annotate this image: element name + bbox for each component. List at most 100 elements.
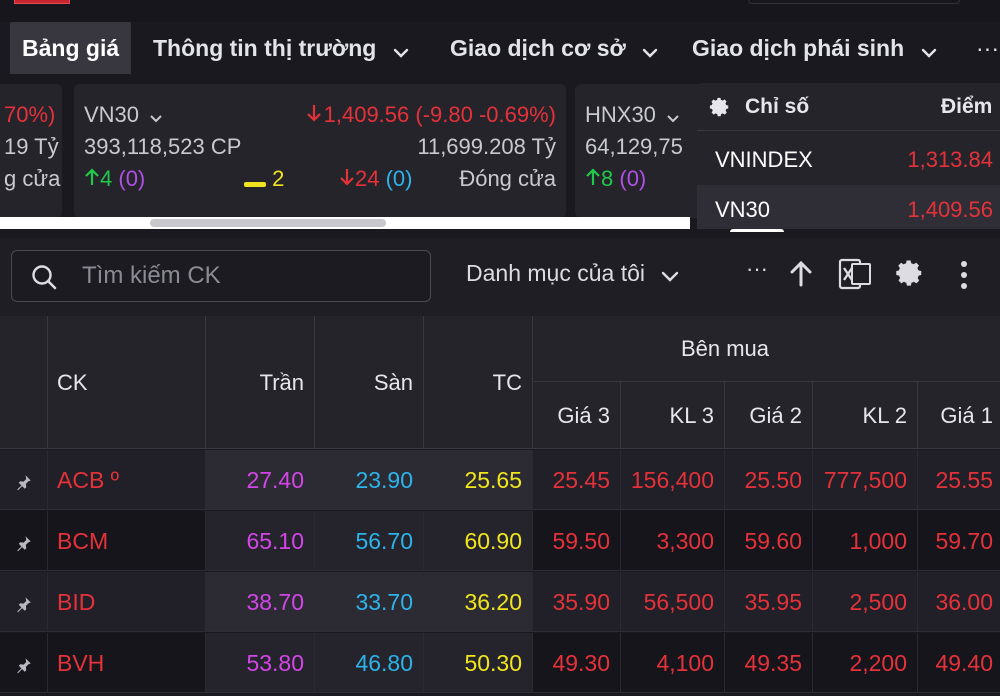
bid-price-3-cell: 49.30 — [533, 633, 621, 693]
column-header-label: Trần — [259, 370, 304, 395]
nav-item-label: Giao dịch cơ sở — [450, 35, 626, 61]
floor-price-cell: 23.90 — [315, 450, 424, 510]
more-options-button[interactable]: ··· — [746, 256, 768, 282]
index-value: 19 Tỷ — [4, 134, 59, 159]
bid-price-1-header[interactable]: Giá 1 — [918, 382, 1000, 449]
declines-count: 24 — [355, 166, 380, 191]
bid-volume-3-cell: 3,300 — [621, 511, 725, 571]
bid-volume-2-cell: 2,500 — [813, 572, 918, 632]
index-table-value-header: Điểm — [941, 95, 993, 118]
index-card-vn30[interactable]: VN30 1,409.56 (-9.80 -0.69%) 393,118,523… — [74, 84, 566, 218]
index-volume: 64,129,75 — [585, 134, 683, 159]
excel-export-icon[interactable] — [838, 258, 872, 295]
bid-volume-3-cell: 4,100 — [621, 633, 725, 693]
ceiling-price-cell: 53.80 — [206, 633, 315, 693]
brand-logo[interactable] — [14, 0, 70, 4]
floor-price-cell: 33.70 — [315, 572, 424, 632]
nav-item-market-info[interactable]: Thông tin thị trường — [153, 22, 409, 74]
symbol-cell[interactable]: BCM — [48, 511, 206, 571]
scrollbar-thumb[interactable] — [150, 219, 386, 227]
bid-price-2-cell: 59.60 — [725, 511, 813, 571]
price-board-screen: Bảng giá Thông tin thị trường Giao dịch … — [0, 0, 1000, 696]
arrow-down-icon — [339, 165, 355, 195]
bid-volume-2-header[interactable]: KL 2 — [813, 382, 918, 449]
floor-price-cell: 56.70 — [315, 511, 424, 571]
index-change: 1,409.56 (-9.80 -0.69%) — [323, 102, 556, 127]
symbol-cell[interactable]: BVH — [48, 633, 206, 693]
index-status: Đóng cửa — [459, 166, 556, 191]
arrow-up-icon[interactable] — [788, 258, 814, 293]
ceiling-price-cell: 27.40 — [206, 450, 315, 510]
search-input[interactable] — [82, 261, 412, 291]
unchanged-bar-icon — [244, 181, 266, 187]
watchlist-dropdown[interactable]: Danh mục của tôi — [466, 260, 679, 288]
column-header-label: Giá 1 — [940, 403, 993, 428]
bid-volume-2-cell: 2,200 — [813, 633, 918, 693]
column-header-label: TC — [492, 370, 522, 395]
ceiling-column-header[interactable]: Trần — [206, 316, 315, 449]
index-card-hnx30[interactable]: HNX30 64,129,75 8 (0) — [575, 84, 705, 218]
column-header-label: KL 2 — [862, 403, 907, 428]
gear-icon[interactable] — [709, 96, 731, 124]
bid-price-3-cell: 35.90 — [533, 572, 621, 632]
gear-icon[interactable] — [895, 258, 925, 293]
column-header-label: KL 3 — [669, 403, 714, 428]
index-strip: 70%) 19 Tỷ g cửa VN30 1,409.56 (-9.80 -0… — [0, 80, 705, 230]
pin-column-header — [0, 316, 48, 449]
chevron-down-icon[interactable] — [666, 101, 680, 131]
ref-price-cell: 25.65 — [424, 450, 533, 510]
arrow-down-icon — [306, 101, 322, 131]
index-name: HNX30 — [585, 102, 656, 127]
bid-volume-3-cell: 156,400 — [621, 450, 725, 510]
pin-icon[interactable] — [0, 633, 48, 693]
symbol-cell[interactable]: BID — [48, 572, 206, 632]
top-bar — [0, 0, 1000, 22]
index-strip-scrollbar[interactable] — [0, 217, 690, 229]
nav-item-price-board[interactable]: Bảng giá — [10, 22, 132, 74]
symbol-cell[interactable]: ACB º — [48, 450, 206, 510]
bid-price-1-cell: 36.00 — [918, 572, 1000, 632]
chevron-down-icon — [393, 24, 409, 76]
nav-item-spot-trading[interactable]: Giao dịch cơ sở — [450, 22, 658, 74]
nav-item-label: Thông tin thị trường — [153, 35, 377, 61]
bid-volume-2-cell: 777,500 — [813, 450, 918, 510]
symbol-column-header[interactable]: CK — [48, 316, 206, 449]
arrow-up-icon — [84, 165, 100, 195]
index-value: 11,699.208 Tỷ — [417, 134, 556, 159]
advances-count: 4 — [100, 166, 113, 191]
index-status: g cửa — [4, 166, 61, 191]
ref-price-cell: 50.30 — [424, 633, 533, 693]
nav-item-label: Giao dịch phái sinh — [692, 35, 905, 61]
chevron-down-icon — [921, 24, 937, 76]
pin-icon[interactable] — [0, 511, 48, 571]
floor-column-header[interactable]: Sàn — [315, 316, 424, 449]
index-card[interactable]: 70%) 19 Tỷ g cửa — [0, 84, 62, 218]
arrow-up-icon — [585, 165, 601, 195]
kebab-menu-icon[interactable] — [958, 260, 970, 295]
chevron-down-icon — [642, 24, 658, 76]
advances-ceiling-count: (0) — [118, 166, 146, 191]
bid-price-2-header[interactable]: Giá 2 — [725, 382, 813, 449]
index-summary-table: Chỉ số Điểm VNINDEX 1,313.84 VN30 1,409.… — [697, 83, 1000, 229]
nav-more-button[interactable]: ··· — [976, 22, 999, 74]
bid-price-1-cell: 25.55 — [918, 450, 1000, 510]
index-volume: 393,118,523 CP — [84, 134, 242, 159]
pin-icon[interactable] — [0, 450, 48, 510]
pin-icon[interactable] — [0, 572, 48, 632]
column-header-label: Giá 2 — [749, 403, 802, 428]
index-table-row[interactable]: VN30 1,409.56 — [697, 185, 1000, 229]
bid-group-header: Bên mua — [533, 316, 1000, 382]
ref-price-cell: 60.90 — [424, 511, 533, 571]
chevron-down-icon[interactable] — [149, 101, 163, 131]
index-table-row[interactable]: VNINDEX 1,313.84 — [697, 135, 1000, 185]
column-header-label: Sàn — [373, 370, 413, 395]
board-toolbar: Danh mục của tôi ··· — [0, 238, 1000, 316]
ceiling-price-cell: 65.10 — [206, 511, 315, 571]
nav-item-derivatives[interactable]: Giao dịch phái sinh — [692, 22, 937, 74]
top-search-field[interactable] — [748, 0, 960, 4]
ref-column-header[interactable]: TC — [424, 316, 533, 449]
column-header-label: Giá 3 — [557, 403, 610, 428]
nav-item-label: Bảng giá — [22, 35, 120, 61]
bid-volume-3-header[interactable]: KL 3 — [621, 382, 725, 449]
bid-price-3-header[interactable]: Giá 3 — [533, 382, 621, 449]
